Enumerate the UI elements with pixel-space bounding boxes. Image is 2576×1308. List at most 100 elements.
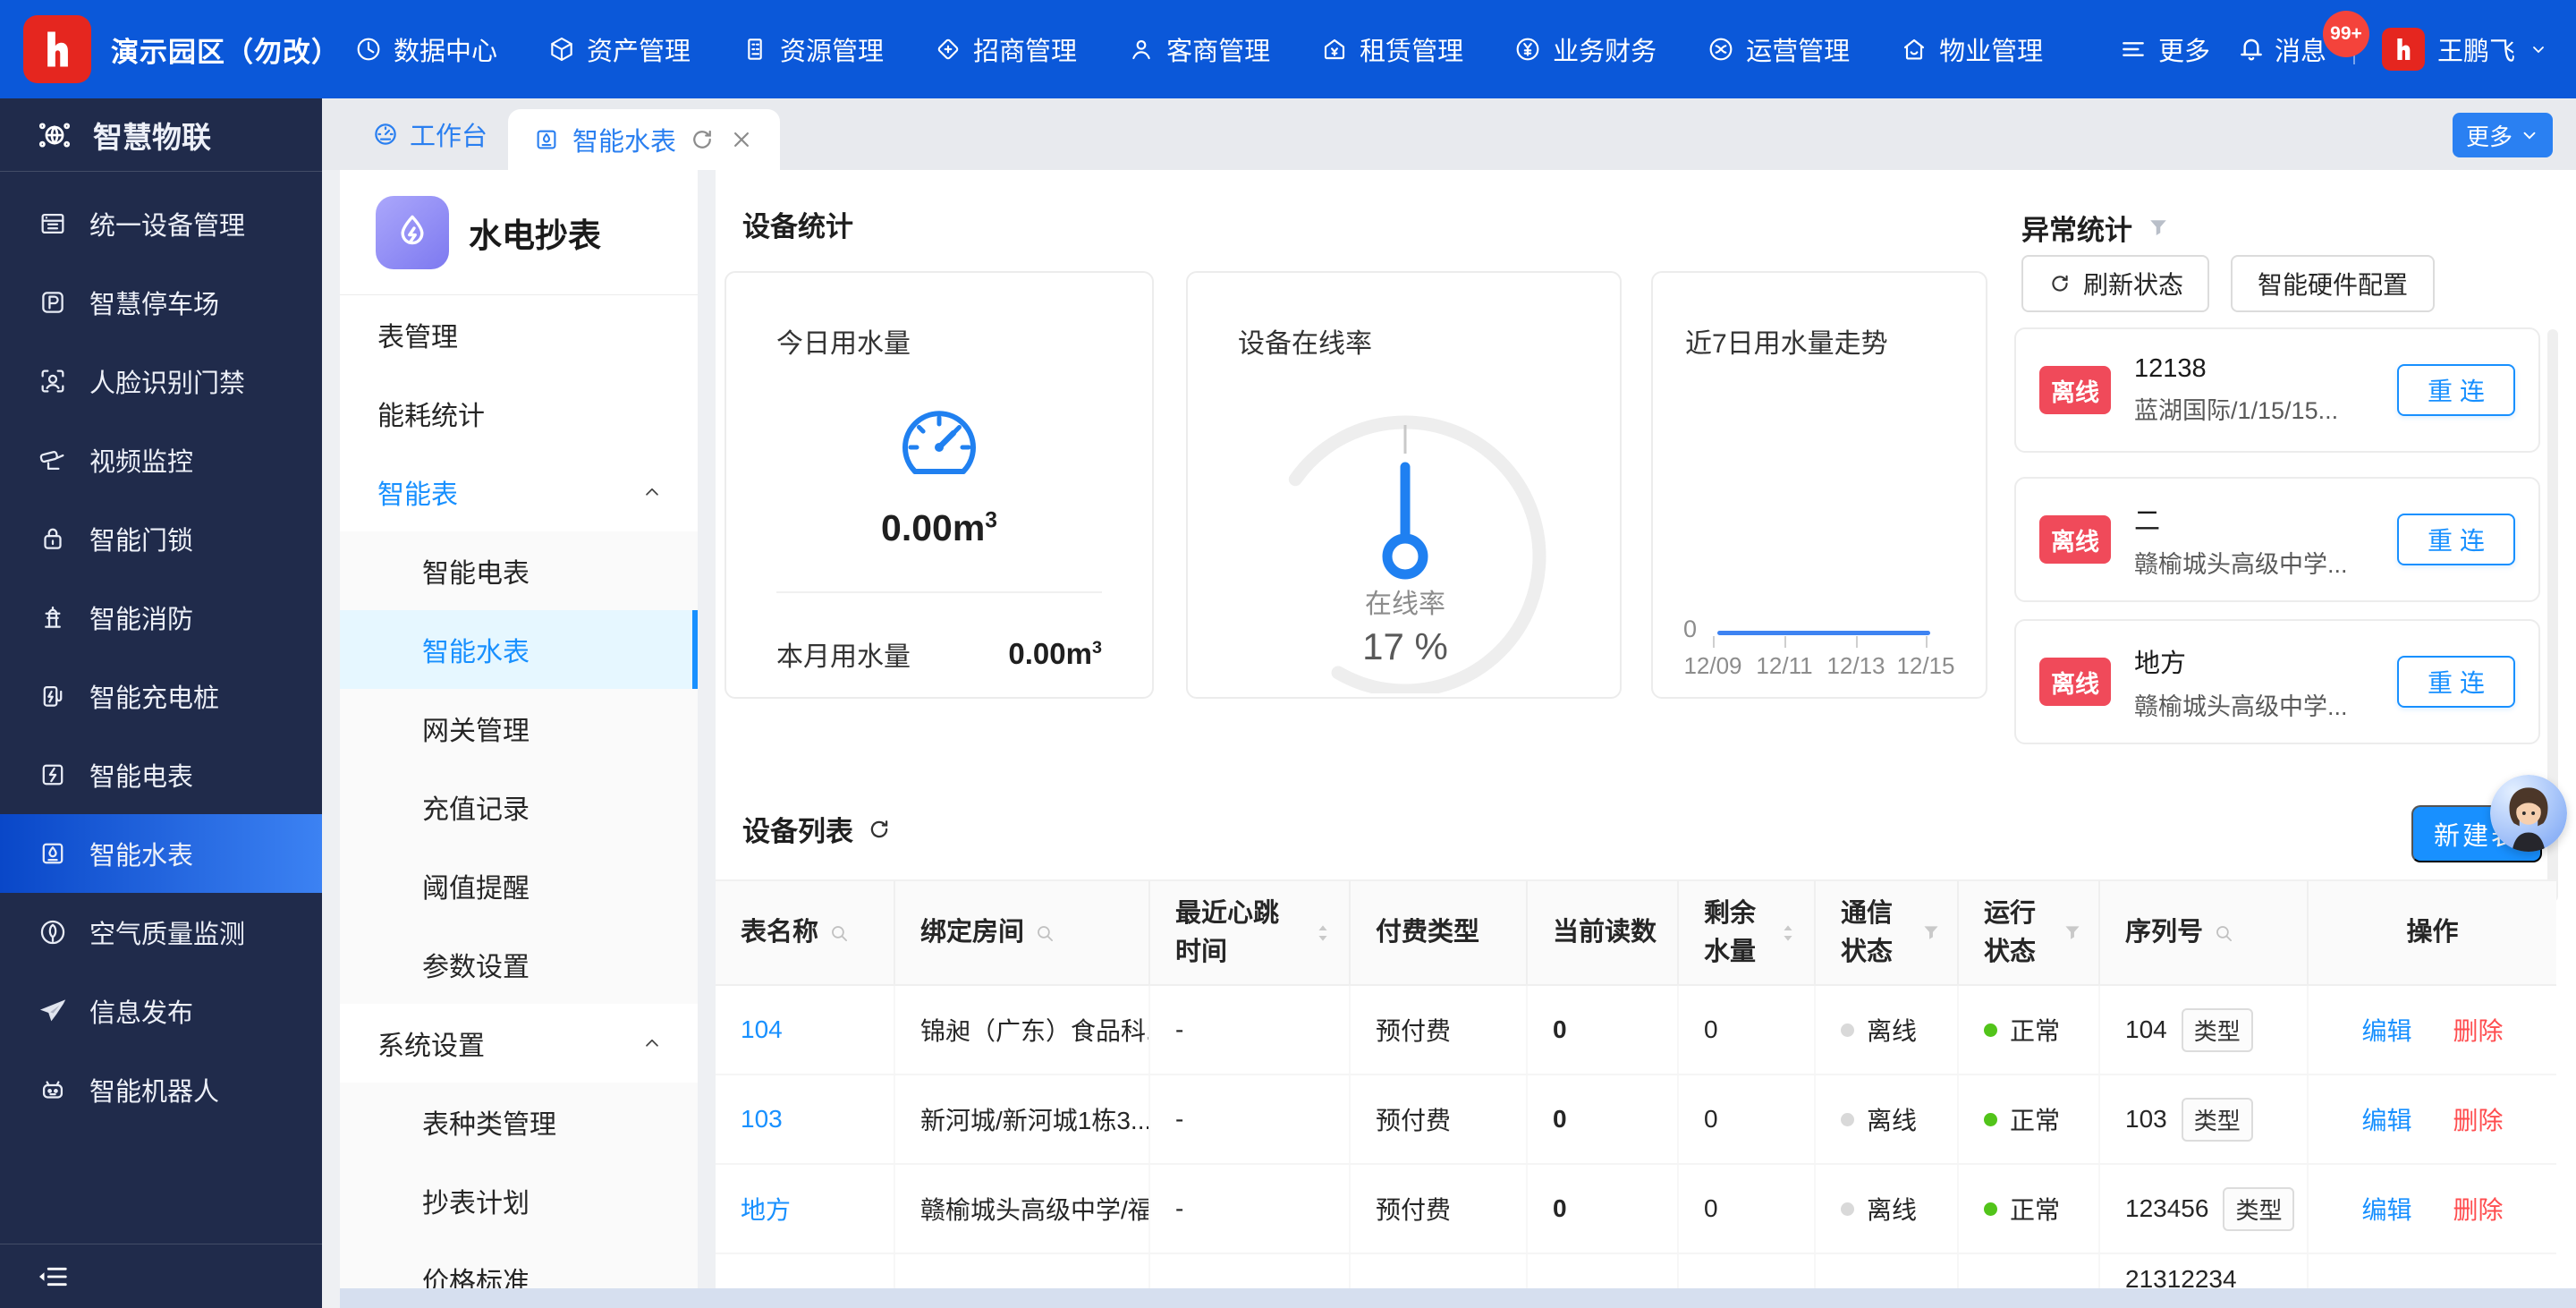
search-icon[interactable]: [827, 922, 851, 945]
robot-icon: [38, 1074, 68, 1105]
horizontal-scrollbar[interactable]: [340, 1288, 2576, 1308]
tab-smart-water-meter[interactable]: 智能水表: [508, 109, 780, 170]
menu-item-充值记录[interactable]: 充值记录: [340, 768, 698, 846]
reconnect-button[interactable]: 重连: [2397, 656, 2515, 708]
offline-dot: [1841, 1023, 1854, 1037]
app-root: 演示园区（勿改） 数据中心资产管理资源管理招商管理客商管理租赁管理业务财务运营管…: [0, 0, 2576, 1308]
column-label: 当前读数: [1553, 913, 1657, 951]
abnormal-item: 离线二赣榆城头高级中学...重连: [2014, 477, 2540, 602]
nav-item-asset[interactable]: 资产管理: [547, 30, 691, 68]
table-body: 104锦昶（广东）食品科...-预付费00离线正常104类型编辑删除103新河城…: [716, 986, 2556, 1288]
menu-item-表种类管理[interactable]: 表种类管理: [340, 1083, 698, 1161]
edit-link[interactable]: 编辑: [2361, 1191, 2411, 1227]
cell-comm-status: 离线: [1816, 986, 1959, 1074]
cell-reading: 0: [1528, 1075, 1679, 1163]
edit-link[interactable]: 编辑: [2361, 1101, 2411, 1137]
tab-workbench[interactable]: 工作台: [372, 98, 487, 170]
menu-item-阈值提醒[interactable]: 阈值提醒: [340, 846, 698, 925]
online-rate-gauge: 在线率 17 %: [1235, 398, 1575, 693]
sidebar-item-face[interactable]: 人脸识别门禁: [0, 342, 322, 420]
sort-icon[interactable]: [1776, 922, 1800, 945]
sidebar-item-device-list[interactable]: 统一设备管理: [0, 184, 322, 263]
nav-item-resource[interactable]: 资源管理: [741, 30, 884, 68]
nav-item-data-center[interactable]: 数据中心: [354, 30, 497, 68]
user-logo-avatar: [2382, 28, 2425, 71]
sidebar-item-hydrant[interactable]: 智能消防: [0, 578, 322, 657]
delete-link[interactable]: 删除: [2453, 1101, 2504, 1137]
search-icon[interactable]: [1033, 922, 1056, 945]
sidebar-menu: 统一设备管理智慧停车场人脸识别门禁视频监控智能门锁智能消防智能充电桩智能电表智能…: [0, 172, 322, 1129]
nav-item-operation[interactable]: 运营管理: [1707, 30, 1850, 68]
tab-refresh-icon[interactable]: [689, 126, 716, 153]
filter-icon[interactable]: [1919, 922, 1943, 945]
tabbar-more-label: 更多: [2466, 119, 2512, 152]
device-name: 12138: [2134, 354, 2338, 384]
nav-item-lease[interactable]: 租赁管理: [1320, 30, 1463, 68]
sidebar-item-cctv[interactable]: 视频监控: [0, 420, 322, 499]
cell-pay-type: 预付费: [1351, 1075, 1528, 1163]
chevron-up-icon[interactable]: [640, 1032, 664, 1055]
search-icon[interactable]: [2212, 922, 2235, 945]
sidebar-item-send[interactable]: 信息发布: [0, 972, 322, 1050]
sidebar-item-meter-drop[interactable]: 智能水表: [0, 814, 322, 893]
menu-item-表管理[interactable]: 表管理: [340, 295, 698, 374]
abnormal-stats-label: 异常统计: [2021, 208, 2132, 248]
brand-logo[interactable]: [23, 15, 91, 83]
tab-close-icon[interactable]: [728, 126, 755, 153]
reload-icon[interactable]: [866, 816, 893, 843]
column-label: 付费类型: [1376, 913, 1479, 951]
nav-item-investment[interactable]: 招商管理: [934, 30, 1077, 68]
tabbar-more-button[interactable]: 更多: [2453, 113, 2553, 157]
sidebar-item-parking[interactable]: 智慧停车场: [0, 263, 322, 342]
finance-icon: [1513, 35, 1542, 64]
menu-item-智能电表[interactable]: 智能电表: [340, 531, 698, 610]
hardware-config-button[interactable]: 智能硬件配置: [2231, 255, 2435, 312]
type-tag[interactable]: 类型: [2182, 1098, 2253, 1142]
sidebar-item-robot[interactable]: 智能机器人: [0, 1050, 322, 1129]
user-menu[interactable]: 王鹏飞: [2382, 28, 2549, 71]
nav-item-merchant[interactable]: 客商管理: [1127, 30, 1270, 68]
filter-icon[interactable]: [2061, 922, 2084, 945]
data-center-icon: [354, 35, 383, 64]
month-usage-label: 本月用水量: [776, 634, 911, 674]
nav-item-finance[interactable]: 业务财务: [1513, 30, 1657, 68]
refresh-status-button[interactable]: 刷新状态: [2021, 255, 2209, 312]
delete-link[interactable]: 删除: [2453, 1191, 2504, 1227]
menu-item-抄表计划[interactable]: 抄表计划: [340, 1161, 698, 1240]
property-icon: [1900, 35, 1928, 64]
menu-item-系统设置[interactable]: 系统设置: [340, 1004, 698, 1083]
cell-meter-name[interactable]: [716, 1254, 895, 1288]
operation-icon: [1707, 35, 1735, 64]
sidebar-item-meter-bolt[interactable]: 智能电表: [0, 735, 322, 814]
assistant-avatar[interactable]: [2490, 775, 2567, 852]
type-tag[interactable]: 类型: [2223, 1187, 2294, 1231]
cell-meter-name[interactable]: 103: [716, 1075, 895, 1163]
cell-meter-name[interactable]: 地方: [716, 1165, 895, 1253]
column-header-操作: 操作: [2309, 881, 2556, 984]
reconnect-button[interactable]: 重连: [2397, 364, 2515, 416]
menu-item-智能水表[interactable]: 智能水表: [340, 610, 698, 689]
device-stats-title: 设备统计: [742, 204, 853, 244]
menu-item-能耗统计[interactable]: 能耗统计: [340, 374, 698, 453]
sidebar-item-charge[interactable]: 智能充电桩: [0, 657, 322, 735]
menu-item-网关管理[interactable]: 网关管理: [340, 689, 698, 768]
nav-more[interactable]: 更多: [2119, 30, 2210, 68]
type-tag[interactable]: 类型: [2182, 1008, 2253, 1052]
device-location: 赣榆城头高级中学...: [2134, 545, 2348, 580]
edit-link[interactable]: 编辑: [2361, 1012, 2411, 1048]
delete-link[interactable]: 删除: [2453, 1012, 2504, 1048]
collapse-icon[interactable]: [36, 1260, 70, 1294]
chevron-up-icon[interactable]: [640, 480, 664, 504]
menu-item-参数设置[interactable]: 参数设置: [340, 925, 698, 1004]
menu-item-价格标准[interactable]: 价格标准: [340, 1240, 698, 1288]
sidebar-item-leaf[interactable]: 空气质量监测: [0, 893, 322, 972]
nav-messages[interactable]: 消息 99+: [2237, 30, 2326, 68]
reconnect-button[interactable]: 重连: [2397, 514, 2515, 565]
charge-icon: [38, 681, 68, 711]
nav-item-property[interactable]: 物业管理: [1900, 30, 2043, 68]
funnel-icon[interactable]: [2145, 215, 2172, 242]
sort-icon[interactable]: [1311, 922, 1335, 945]
cell-meter-name[interactable]: 104: [716, 986, 895, 1074]
sidebar-item-lock[interactable]: 智能门锁: [0, 499, 322, 578]
menu-item-智能表[interactable]: 智能表: [340, 453, 698, 531]
